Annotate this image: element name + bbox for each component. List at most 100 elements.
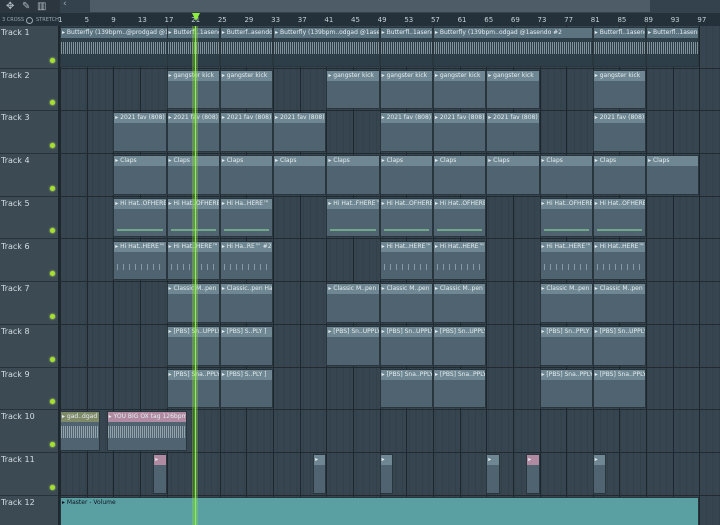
playlist-clip[interactable]: ▸ 2021 fav (808) xyxy=(379,112,433,153)
delete-tool-icon[interactable]: ▥ xyxy=(37,0,46,13)
playlist-clip[interactable]: ▸ Claps xyxy=(539,155,593,195)
track-mute-led[interactable] xyxy=(50,313,55,319)
arrangement-overview[interactable] xyxy=(60,0,720,14)
playlist-clip[interactable]: ▸ [PBS] Sn..UPPLY ] xyxy=(326,325,380,366)
playlist-clip[interactable]: ▸ Butterfl..1asendo xyxy=(592,27,647,67)
track-header[interactable]: Track 2 xyxy=(0,68,58,112)
playlist-clip[interactable]: ▸ Butterfly (139bpm..odgad @1asendo #2 xyxy=(273,27,380,67)
playlist-clip[interactable]: ▸ [PBS] S..PLY ] xyxy=(219,325,274,366)
playlist-clip[interactable]: ▸ Claps xyxy=(432,155,487,195)
playlist-clip[interactable]: ▸ Hi Hat..OFHERE™ xyxy=(539,197,593,238)
playlist-clip[interactable]: ▸ Claps xyxy=(326,155,380,195)
playlist-clip[interactable]: ▸ Claps xyxy=(273,155,327,195)
playlist-clip[interactable]: ▸ Hi Ha..RE™ #2 xyxy=(219,240,274,281)
playlist-clip[interactable]: ▸ [PBS] Sn..PPLY ] xyxy=(539,325,593,366)
track-mute-led[interactable] xyxy=(50,356,55,362)
track-mute-led[interactable] xyxy=(50,57,55,63)
playlist-clip[interactable]: ▸ Claps xyxy=(113,155,167,195)
playlist-clip[interactable]: ▸ 2021 fav (808) xyxy=(432,112,487,153)
playlist-clip[interactable]: ▸ 2021 fav (808) xyxy=(592,112,647,153)
playlist-clip[interactable]: ▸ Classic M..pen Hat xyxy=(326,283,380,323)
playlist-clip[interactable]: ▸ Classic..pen Hat xyxy=(219,283,274,323)
playhead-line[interactable] xyxy=(195,26,196,525)
track-mute-led[interactable] xyxy=(50,441,55,447)
track-header[interactable]: Track 8 xyxy=(0,324,58,368)
track-header[interactable]: Track 9 xyxy=(0,367,58,411)
track-header[interactable]: Track 11 xyxy=(0,453,58,496)
playlist-clip[interactable]: ▸ Claps xyxy=(219,155,274,195)
playlist-clip[interactable]: ▸ Hi Hat..FHERE™ xyxy=(326,197,380,238)
playlist-clip[interactable]: ▸ gangster kick xyxy=(592,69,647,110)
playlist-clip[interactable]: ▸ xyxy=(313,454,327,494)
playlist-clip[interactable]: ▸ [PBS] Sn..UPPLY ] xyxy=(379,325,433,366)
playlist-clip[interactable]: ▸ gangster kick xyxy=(219,69,274,110)
scroll-left-icon[interactable]: ‹ xyxy=(63,0,67,9)
playlist-clip[interactable]: ▸ gangster kick xyxy=(432,69,487,110)
playlist-clip[interactable]: ▸ Hi Hat..HERE™ #2 xyxy=(432,240,487,281)
playlist-clip[interactable]: ▸ YOU BIG OX tag 126bpm xyxy=(106,411,187,451)
playlist-clip[interactable]: ▸ Claps xyxy=(486,155,540,195)
playlist-clip[interactable]: ▸ Butterfl..1asendo xyxy=(646,27,700,67)
playlist-clip[interactable]: ▸ Hi Hat..HERE™ #2 xyxy=(592,240,647,281)
track-header[interactable]: Track 5 xyxy=(0,196,58,240)
track-header[interactable]: Track 3 xyxy=(0,111,58,155)
playlist-clip[interactable]: ▸ [PBS] Sna..PPLY ] xyxy=(592,368,647,409)
track-header[interactable]: Track 12 xyxy=(0,495,58,525)
playlist-clip[interactable]: ▸ Classic M..pen Hat xyxy=(539,283,593,323)
track-header[interactable]: Track 10 xyxy=(0,410,58,453)
playlist-clip[interactable]: ▸ Classic M..pen Hat xyxy=(592,283,647,323)
playlist-clip[interactable]: ▸ Butterf..asendo xyxy=(219,27,274,67)
track-mute-led[interactable] xyxy=(50,228,55,234)
track-mute-led[interactable] xyxy=(50,100,55,106)
track-mute-led[interactable] xyxy=(50,185,55,191)
playlist-clip[interactable]: ▸ Butterfly (139bpm..odgad @1asendo #2 xyxy=(432,27,593,67)
playlist-clip[interactable]: ▸ Hi Ha..HERE™ xyxy=(219,197,274,238)
playlist-clip[interactable]: ▸ 2021 fav (808) xyxy=(486,112,540,153)
track-header[interactable]: Track 7 xyxy=(0,282,58,325)
playlist-clip[interactable]: ▸ [PBS] Sna..PPLY ] xyxy=(379,368,433,409)
playlist-clip[interactable]: ▸ Butterfl..1asendo xyxy=(379,27,433,67)
playlist-clip[interactable]: ▸ 2021 fav (808) xyxy=(219,112,274,153)
playlist-clip[interactable]: ▸ [PBS] Sn..UPPLY ] xyxy=(432,325,487,366)
playlist-clip[interactable]: ▸ Hi Hat..OFHERE™ xyxy=(592,197,647,238)
playlist-clip[interactable]: ▸ Hi Hat..HERE™ #2 xyxy=(379,240,433,281)
track-header[interactable]: Track 1 xyxy=(0,26,58,69)
pencil-tool-icon[interactable]: ✎ xyxy=(22,0,30,13)
playlist-clip[interactable]: ▸ gangster kick xyxy=(379,69,433,110)
track-mute-led[interactable] xyxy=(50,399,55,405)
playlist-clip[interactable]: ▸ Hi Hat..OFHERE™ xyxy=(379,197,433,238)
playlist-clip[interactable]: ▸ Butterfly (139bpm..@prodgad @1asendo xyxy=(60,27,174,67)
playhead-marker-icon[interactable] xyxy=(192,13,200,21)
playlist-clip[interactable]: ▸ xyxy=(486,454,500,494)
playlist-clip[interactable]: ▸ Hi Hat..HERE™ #2 xyxy=(113,240,167,281)
playlist-clip[interactable]: ▸ [PBS] Sna..PPLY ] xyxy=(539,368,593,409)
playlist-clip[interactable]: ▸ [PBS] Sna..PPLY ] xyxy=(432,368,487,409)
playlist-clip[interactable]: ▸ Claps xyxy=(592,155,647,195)
playlist-clip[interactable]: ▸ xyxy=(153,454,167,494)
playlist-clip[interactable]: ▸ Classic M..pen Hat xyxy=(379,283,433,323)
track-mute-led[interactable] xyxy=(50,143,55,149)
track-header[interactable]: Track 6 xyxy=(0,239,58,283)
playlist-clip[interactable]: ▸ Claps xyxy=(379,155,433,195)
playlist-clip[interactable]: ▸ Claps xyxy=(646,155,700,195)
track-header[interactable]: Track 4 xyxy=(0,154,58,197)
move-tool-icon[interactable]: ✥ xyxy=(6,0,14,13)
playlist-clip[interactable]: ▸ xyxy=(526,454,540,494)
snap-toggle[interactable] xyxy=(26,17,33,24)
playlist-clip[interactable]: ▸ Hi Hat..OFHERE™ xyxy=(432,197,487,238)
playlist-clip[interactable]: ▸ 2021 fav (808) xyxy=(113,112,167,153)
playlist-clip[interactable]: ▸ Hi Hat..OFHERE™ xyxy=(113,197,167,238)
playlist-clip[interactable]: ▸ Hi Hat..HERE™ #2 xyxy=(539,240,593,281)
playlist-clip[interactable]: ▸ 2021 fav (808) xyxy=(273,112,327,153)
track-mute-led[interactable] xyxy=(50,484,55,490)
track-mute-led[interactable] xyxy=(50,271,55,277)
playlist-clip[interactable]: ▸ gad..dgad xyxy=(60,411,100,451)
playlist-clip[interactable]: ▸ gangster kick xyxy=(486,69,540,110)
playlist-clip[interactable]: ▸ xyxy=(379,454,393,494)
playlist-clip[interactable]: ▸ gangster kick xyxy=(326,69,380,110)
playlist-clip[interactable]: ▸ Classic M..pen Hat xyxy=(432,283,487,323)
timeline-ruler[interactable]: 1 5 9 13 17 21 25 29 33 37 41 45 49 53 57 61 65 69 73 77 81 8… xyxy=(58,13,720,27)
playlist-clip[interactable]: ▸ xyxy=(592,454,607,494)
overview-viewport[interactable] xyxy=(90,0,650,12)
playlist-clip[interactable]: ▸ [PBS] Sn..UPPLY ] xyxy=(592,325,647,366)
